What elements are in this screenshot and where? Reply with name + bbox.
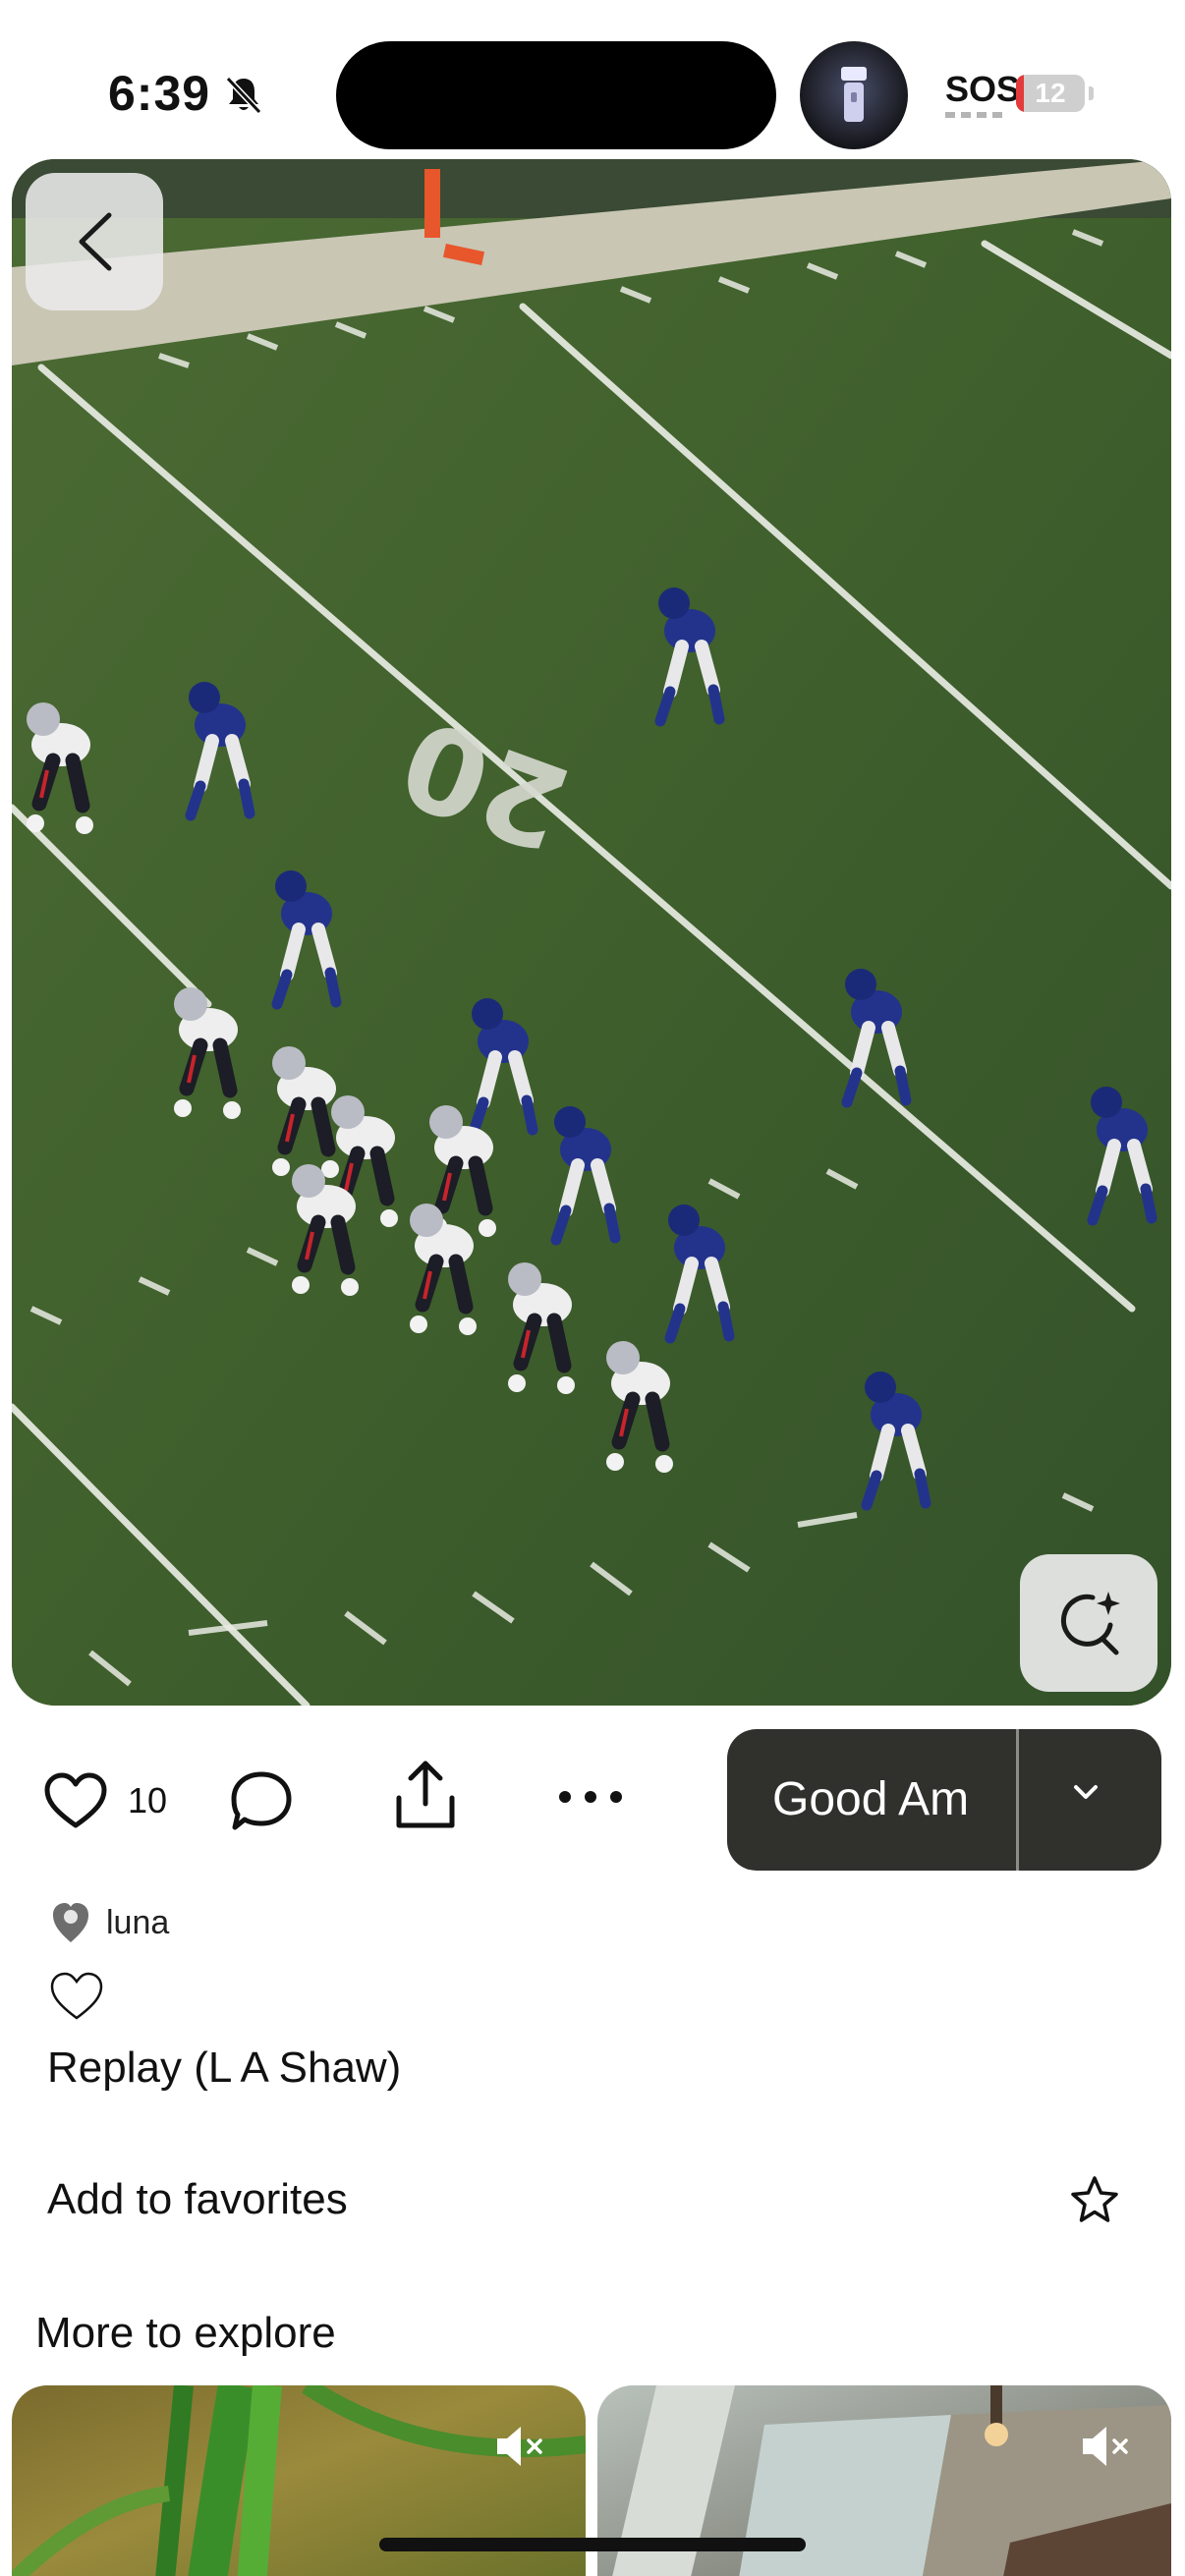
sound-pill[interactable]: Good Am xyxy=(727,1729,1161,1871)
pin-caption: Replay (L A Shaw) xyxy=(47,2044,402,2092)
share-icon[interactable] xyxy=(393,1759,458,1831)
chevron-left-icon xyxy=(79,212,112,271)
more-to-explore-heading: More to explore xyxy=(35,2309,336,2357)
battery-indicator: 12 xyxy=(1016,75,1085,112)
like-count: 10 xyxy=(128,1780,168,1820)
action-row: 10 Good Am xyxy=(0,1729,1185,1876)
speaker-muted-icon[interactable] xyxy=(493,2423,548,2470)
creator-row[interactable]: luna xyxy=(51,1898,169,1947)
battery-level: 12 xyxy=(1035,78,1066,108)
pin-image[interactable]: 20 xyxy=(12,159,1171,1706)
visual-search-icon xyxy=(1061,1592,1120,1655)
home-indicator[interactable] xyxy=(379,2538,806,2551)
status-time: 6:39 xyxy=(108,66,211,121)
bell-slash-icon xyxy=(225,76,262,115)
creator-name[interactable]: luna xyxy=(106,1904,169,1942)
avatar[interactable] xyxy=(51,1901,90,1944)
visual-search-button[interactable] xyxy=(1020,1554,1157,1692)
sound-divider xyxy=(1016,1729,1019,1871)
sound-title[interactable]: Good Am xyxy=(772,1729,1006,1871)
battery-tip xyxy=(1089,86,1094,100)
star-outline-icon[interactable] xyxy=(1069,2175,1120,2224)
chevron-down-icon[interactable] xyxy=(1071,1782,1100,1802)
add-to-favorites-row[interactable]: Add to favorites xyxy=(47,2175,1138,2234)
signal-dots xyxy=(945,112,1002,118)
heart-outline-icon[interactable] xyxy=(43,1772,108,1829)
more-horizontal-icon[interactable] xyxy=(558,1790,623,1804)
comment-bubble-icon[interactable] xyxy=(230,1770,293,1831)
flashlight-icon[interactable] xyxy=(800,41,908,149)
dynamic-island xyxy=(336,41,776,149)
add-to-favorites-label[interactable]: Add to favorites xyxy=(47,2175,348,2224)
pin-detail-screen: 6:39 SOS 12 20 10 Good Am luna Replay (L… xyxy=(0,0,1185,2576)
back-button[interactable] xyxy=(26,173,163,310)
speaker-muted-icon[interactable] xyxy=(1079,2423,1134,2470)
sos-label: SOS xyxy=(945,69,1021,109)
heart-emoji xyxy=(50,1972,103,2020)
